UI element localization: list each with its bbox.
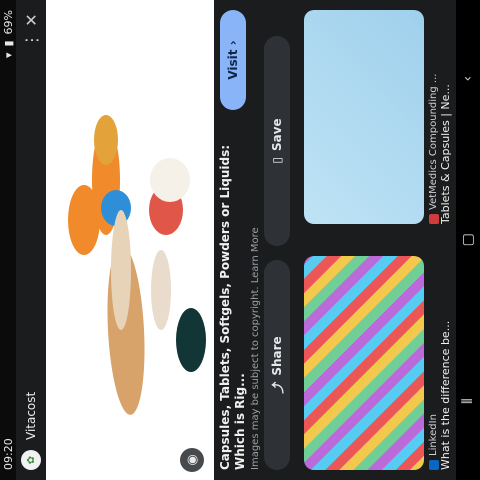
info-panel: Capsules, Tablets, Softgels, Powders or … <box>214 0 296 480</box>
related-images: LinkedIn What is the difference be... Ve… <box>296 0 480 480</box>
related-caption: Tablets & Capsules | Ne... <box>439 84 452 224</box>
related-card-vetmedics[interactable]: VetMedics Compounding ... Tablets & Caps… <box>304 10 464 224</box>
related-source: LinkedIn <box>428 414 439 456</box>
related-card-linkedin[interactable]: LinkedIn What is the difference be... <box>304 256 464 470</box>
share-icon: ⤴ <box>270 381 285 394</box>
related-thumb <box>304 10 424 224</box>
vetmedics-icon <box>428 214 439 224</box>
source-header: ✿ Vitacost ⋮ ✕ <box>16 0 46 480</box>
visit-label: Visit <box>226 49 240 80</box>
visit-button[interactable]: Visit › <box>220 10 246 110</box>
lens-icon[interactable]: ◉ <box>180 448 204 472</box>
action-row: ⤴ Share ▯ Save <box>264 36 290 470</box>
linkedin-icon <box>428 460 439 470</box>
home-icon[interactable]: ▢ <box>460 233 476 246</box>
related-caption: What is the difference be... <box>439 320 452 470</box>
status-bar: 09:20 ▾ ▮ 69% <box>0 0 16 480</box>
image-title[interactable]: Capsules, Tablets, Softgels, Powders or … <box>218 140 248 470</box>
save-label: Save <box>270 118 284 152</box>
main-image[interactable]: ◉ <box>46 0 214 480</box>
save-button[interactable]: ▯ Save <box>264 36 290 246</box>
more-options-icon[interactable]: ⋮ <box>22 30 41 50</box>
vitacost-logo: ✿ <box>21 450 41 470</box>
battery-percent: 69% <box>1 10 15 35</box>
share-button[interactable]: ⤴ Share <box>264 260 290 470</box>
wifi-icon: ▾ <box>1 52 15 59</box>
chevron-right-icon: › <box>226 40 240 50</box>
share-label: Share <box>270 336 284 376</box>
pills-photo <box>68 115 206 415</box>
close-icon[interactable]: ✕ <box>22 10 41 30</box>
recents-icon[interactable]: ⦀ <box>460 398 476 404</box>
related-source: VetMedics Compounding ... <box>428 73 439 210</box>
back-icon[interactable]: ‹ <box>460 76 476 82</box>
bookmark-icon: ▯ <box>270 157 284 164</box>
phone-screen: 09:20 ▾ ▮ 69% ✿ Vitacost ⋮ ✕ ◉ Capsules,… <box>0 0 480 480</box>
copyright-note[interactable]: Images may be subject to copyright. Lear… <box>250 10 261 470</box>
status-time: 09:20 <box>1 438 15 470</box>
related-thumb <box>304 256 424 470</box>
source-name: Vitacost <box>24 391 38 440</box>
navigation-bar: ⦀ ▢ ‹ <box>456 0 480 480</box>
signal-icon: ▮ <box>1 40 15 47</box>
